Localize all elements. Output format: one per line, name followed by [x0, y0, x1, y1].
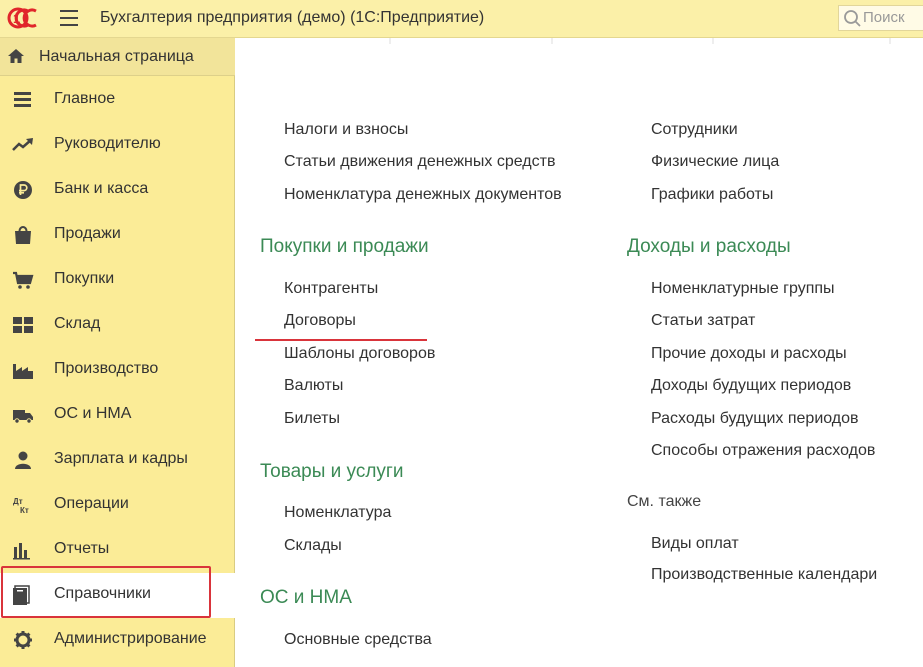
link-expense-methods[interactable]: Способы отражения расходов: [651, 442, 875, 460]
sidebar-item-salary[interactable]: Зарплата и кадры: [0, 438, 235, 483]
bar-chart-icon: [13, 543, 30, 560]
sidebar-item-label: Администрирование: [54, 630, 207, 647]
see-also-title: См. также: [627, 493, 702, 510]
hamburger-menu-icon[interactable]: [60, 10, 78, 26]
sidebar-item-production[interactable]: Производство: [0, 348, 235, 393]
sidebar-item-warehouse[interactable]: Склад: [0, 303, 235, 348]
sidebar-item-label: Руководителю: [54, 135, 161, 152]
link-individuals[interactable]: Физические лица: [651, 153, 779, 171]
sidebar-item-manager[interactable]: Руководителю: [0, 123, 235, 168]
sidebar-item-bank[interactable]: Банк и касса: [0, 168, 235, 213]
link-currencies[interactable]: Валюты: [284, 377, 343, 395]
link-counterparties[interactable]: Контрагенты: [284, 280, 378, 298]
link-contracts[interactable]: Договоры: [284, 312, 356, 330]
sidebar-item-operations[interactable]: Дт Кт Операции: [0, 483, 235, 528]
shopping-bag-icon: [15, 226, 31, 244]
search-icon: [844, 10, 861, 27]
section-title-purchases-sales: Покупки и продажи: [260, 236, 429, 257]
link-work-schedules[interactable]: Графики работы: [651, 186, 773, 204]
sidebar-item-label: Операции: [54, 495, 129, 512]
link-nomenclature[interactable]: Номенклатура: [284, 504, 391, 522]
title-bar: 1 Бухгалтерия предприятия (демо) (1С:Пре…: [0, 0, 923, 38]
section-title-goods-services: Товары и услуги: [260, 461, 404, 482]
link-employees[interactable]: Сотрудники: [651, 121, 738, 139]
cart-icon: [13, 271, 34, 289]
section-title-fixed-assets: ОС и НМА: [260, 587, 352, 608]
link-payment-types[interactable]: Виды оплат: [651, 535, 739, 553]
sidebar-item-purchases[interactable]: Покупки: [0, 258, 235, 303]
truck-icon: [13, 410, 33, 424]
link-taxes[interactable]: Налоги и взносы: [284, 121, 408, 139]
menu-lines-icon: [14, 92, 31, 107]
home-page-item[interactable]: Начальная страница: [0, 38, 235, 76]
sidebar-item-sales[interactable]: Продажи: [0, 213, 235, 258]
column-header-rules: [389, 38, 891, 44]
link-deferred-income[interactable]: Доходы будущих периодов: [651, 377, 851, 395]
link-other-income-expenses[interactable]: Прочие доходы и расходы: [651, 345, 847, 363]
sidebar-item-label: Продажи: [54, 225, 121, 242]
sidebar-item-label: Покупки: [54, 270, 115, 287]
ruble-coin-icon: [14, 181, 32, 199]
sidebar-item-label: Производство: [54, 360, 159, 377]
link-fixed-assets[interactable]: Основные средства: [284, 631, 432, 649]
link-cost-items[interactable]: Статьи затрат: [651, 312, 755, 330]
contracts-highlight-underline: [255, 339, 427, 341]
warehouse-grid-icon: [13, 317, 33, 333]
link-cashflow-items[interactable]: Статьи движения денежных средств: [284, 153, 555, 171]
link-monetary-documents[interactable]: Номенклатура денежных документов: [284, 186, 562, 204]
factory-icon: [13, 364, 33, 379]
search-placeholder: Поиск: [863, 9, 905, 26]
sidebar-item-label: ОС и НМА: [54, 405, 132, 422]
link-nomenclature-groups[interactable]: Номенклатурные группы: [651, 280, 835, 298]
sidebar-item-label: Главное: [54, 90, 116, 107]
svg-text:Дт: Дт: [13, 497, 23, 506]
link-tickets[interactable]: Билеты: [284, 410, 340, 428]
home-icon: [8, 49, 24, 63]
sidebar-item-main[interactable]: Главное: [0, 78, 235, 123]
home-page-label: Начальная страница: [39, 48, 194, 65]
link-deferred-expenses[interactable]: Расходы будущих периодов: [651, 410, 859, 428]
sidebar-item-label: Банк и касса: [54, 180, 149, 197]
link-warehouses[interactable]: Склады: [284, 537, 342, 555]
sidebar-item-fixed-assets[interactable]: ОС и НМА: [0, 393, 235, 438]
section-title-income-expenses: Доходы и расходы: [627, 236, 791, 257]
link-contract-templates[interactable]: Шаблоны договоров: [284, 345, 435, 363]
svg-text:Кт: Кт: [20, 506, 29, 515]
person-icon: [15, 451, 31, 469]
sidebar-item-label: Отчеты: [54, 540, 110, 557]
sidebar: Начальная страница Главное Руководителю …: [0, 38, 235, 667]
1c-logo-icon[interactable]: 1: [6, 6, 46, 30]
search-input[interactable]: Поиск: [838, 5, 923, 31]
link-production-calendars[interactable]: Производственные календари: [651, 566, 877, 584]
active-item-highlight-frame: [1, 566, 211, 618]
app-title: Бухгалтерия предприятия (демо) (1С:Предп…: [100, 9, 485, 26]
gear-icon: [14, 631, 32, 649]
debit-credit-icon: Дт Кт: [13, 497, 29, 515]
sidebar-item-label: Зарплата и кадры: [54, 450, 188, 467]
trend-icon: [12, 138, 33, 151]
sidebar-item-label: Склад: [54, 315, 101, 332]
content-panel: Налоги и взносы Статьи движения денежных…: [235, 38, 923, 667]
sidebar-item-administration[interactable]: Администрирование: [0, 618, 235, 663]
